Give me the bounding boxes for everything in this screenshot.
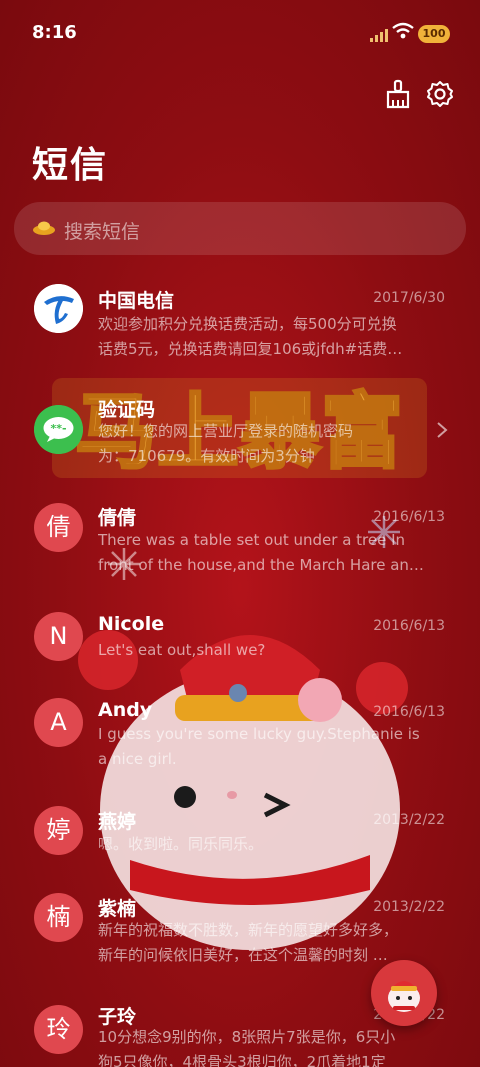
search-bar[interactable]: 搜索短信 bbox=[14, 202, 466, 255]
sender-name: 燕婷 bbox=[98, 811, 137, 833]
sender-name: 中国电信 bbox=[98, 290, 175, 312]
message-date: 2016/6/13 bbox=[373, 509, 445, 525]
settings-gear-icon[interactable] bbox=[424, 78, 456, 110]
conversation-item[interactable]: 倩 倩倩 2016/6/13 There was a table set out… bbox=[0, 503, 480, 593]
avatar: 楠 bbox=[34, 893, 83, 942]
conversation-item[interactable]: N Nicole 2016/6/13 Let's eat out,shall w… bbox=[0, 612, 480, 682]
avatar: 倩 bbox=[34, 503, 83, 552]
chevron-right-icon[interactable] bbox=[436, 421, 448, 439]
clean-brush-icon[interactable] bbox=[382, 78, 414, 110]
search-input[interactable]: 搜索短信 bbox=[64, 217, 140, 244]
conversation-item[interactable]: 婷 燕婷 2013/2/22 嗯。收到啦。同乐同乐。 bbox=[0, 806, 480, 876]
compose-button[interactable] bbox=[371, 960, 437, 1026]
sender-name: Nicole bbox=[98, 613, 165, 635]
message-preview: 嗯。收到啦。同乐同乐。 bbox=[98, 835, 264, 853]
lucky-cat-icon bbox=[388, 981, 420, 1012]
sender-name: 紫楠 bbox=[98, 898, 137, 920]
message-preview: 您好！您的网上营业厅登录的随机密码 为：710679。有效时间为3分钟 bbox=[98, 422, 354, 465]
message-preview: 10分想念9别的你，8张照片7张是你，6只小 狗5只像你，4根骨头3根归你，2爪着… bbox=[98, 1028, 396, 1067]
china-telecom-logo bbox=[34, 284, 83, 333]
avatar: N bbox=[34, 612, 83, 661]
avatar: 婷 bbox=[34, 806, 83, 855]
message-date: 2016/6/13 bbox=[373, 704, 445, 720]
message-date: 2017/6/30 bbox=[373, 290, 445, 306]
svg-text:**-: **- bbox=[50, 422, 66, 435]
battery-icon: 100 bbox=[418, 25, 450, 43]
page-title: 短信 bbox=[32, 145, 109, 186]
sender-name: Andy bbox=[98, 699, 153, 721]
conversation-item[interactable]: 中国电信 2017/6/30 欢迎参加积分兑换话费活动，每500分可兑换 话费5元… bbox=[0, 280, 480, 370]
message-preview: There was a table set out under a tree I… bbox=[98, 531, 424, 574]
message-date: 2013/2/22 bbox=[373, 899, 445, 915]
wifi-icon bbox=[392, 22, 414, 39]
status-bar: 8:16 100 bbox=[0, 0, 480, 64]
signal-icon bbox=[370, 29, 388, 42]
avatar: A bbox=[34, 698, 83, 747]
message-preview: 欢迎参加积分兑换话费活动，每500分可兑换 话费5元，兑换话费请回复106或jfd… bbox=[98, 315, 403, 358]
status-time: 8:16 bbox=[32, 22, 77, 43]
gold-ingot-icon bbox=[33, 221, 55, 235]
message-bubble-icon: **- bbox=[34, 405, 83, 454]
message-date: 2016/6/13 bbox=[373, 618, 445, 634]
sender-name: 倩倩 bbox=[98, 507, 137, 529]
conversation-item[interactable]: **- 验证码 您好！您的网上营业厅登录的随机密码 为：710679。有效时间为3… bbox=[0, 395, 480, 485]
conversation-item[interactable]: A Andy 2016/6/13 I guess you're some luc… bbox=[0, 698, 480, 788]
message-preview: Let's eat out,shall we? bbox=[98, 641, 266, 659]
sender-name: 验证码 bbox=[98, 399, 156, 421]
message-date: 2013/2/22 bbox=[373, 812, 445, 828]
message-preview: I guess you're some lucky guy.Stephanie … bbox=[98, 725, 420, 768]
avatar: 玲 bbox=[34, 1005, 83, 1054]
